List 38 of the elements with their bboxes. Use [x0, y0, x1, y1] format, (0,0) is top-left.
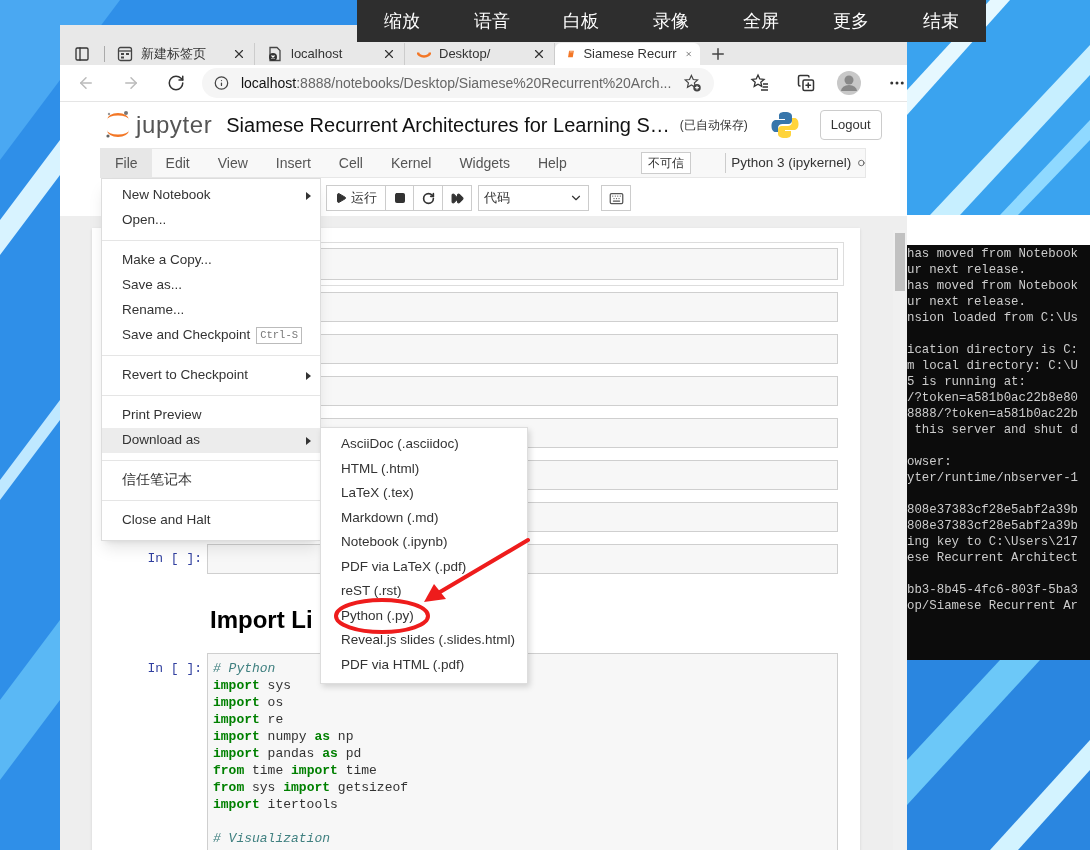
terminal-line: nsion loaded from C:\Us [907, 310, 1080, 326]
shortcut-key: Ctrl-S [256, 326, 302, 345]
terminal-line: has moved from Notebook [907, 278, 1080, 294]
terminal-line: owser: [907, 454, 953, 470]
terminal-line: 808e37383cf28e5abf2a39b [907, 502, 1080, 518]
code-line: # Visualization [213, 830, 331, 846]
code-line: import re [213, 711, 284, 727]
terminal-line: ur next release. [907, 262, 1027, 278]
terminal-line: m local directory: C:\U [907, 358, 1080, 374]
section-heading: Import Li [210, 606, 313, 633]
terminal-line: has moved from Notebook [907, 246, 1080, 262]
code-line: import numpy as np [213, 728, 354, 744]
code-line: from sys import getsizeof [213, 779, 409, 795]
terminal-line: op/Siamese Recurrent Ar [907, 598, 1080, 614]
terminal-line: 8888/?token=a581b0ac22b [907, 406, 1080, 422]
terminal-line: /?token=a581b0ac22b8e80 [907, 390, 1080, 406]
terminal-line: bb3-8b45-4fc6-803f-5ba3 [907, 582, 1080, 598]
terminal-line: ication directory is C: [907, 342, 1080, 358]
code-line: import pandas as pd [213, 745, 362, 761]
url-host: localhost [240, 73, 297, 93]
terminal-line: 5 is running at: [907, 374, 1027, 390]
jupyter-brand: jupyter [136, 110, 213, 140]
code-line: import os [213, 694, 284, 710]
terminal-line: this server and shut d [913, 422, 1080, 438]
cell-prompt: In [ ]: [147, 550, 202, 569]
code-line: from time import time [213, 762, 377, 778]
url-path: :8888/notebooks/Desktop/Siamese%20Recurrent%20Arch... [296, 73, 672, 93]
code-line: import itertools [213, 796, 338, 812]
terminal-line: ur next release. [907, 294, 1027, 310]
save-status: (已自动保存) [679, 117, 748, 134]
kernel-name: Python 3 (ipykernel) [731, 153, 852, 172]
terminal-line: 808e37383cf28e5abf2a39b [907, 518, 1080, 534]
terminal-line: ese Recurrent Architect [907, 550, 1080, 566]
code-line: # Python [213, 660, 276, 676]
code-line: import sys [213, 677, 292, 693]
cell-prompt: In [ ]: [147, 660, 202, 678]
terminal-line: yter/runtime/nbserver-1 [907, 470, 1080, 486]
terminal-line: ing key to C:\Users\217 [907, 534, 1080, 550]
